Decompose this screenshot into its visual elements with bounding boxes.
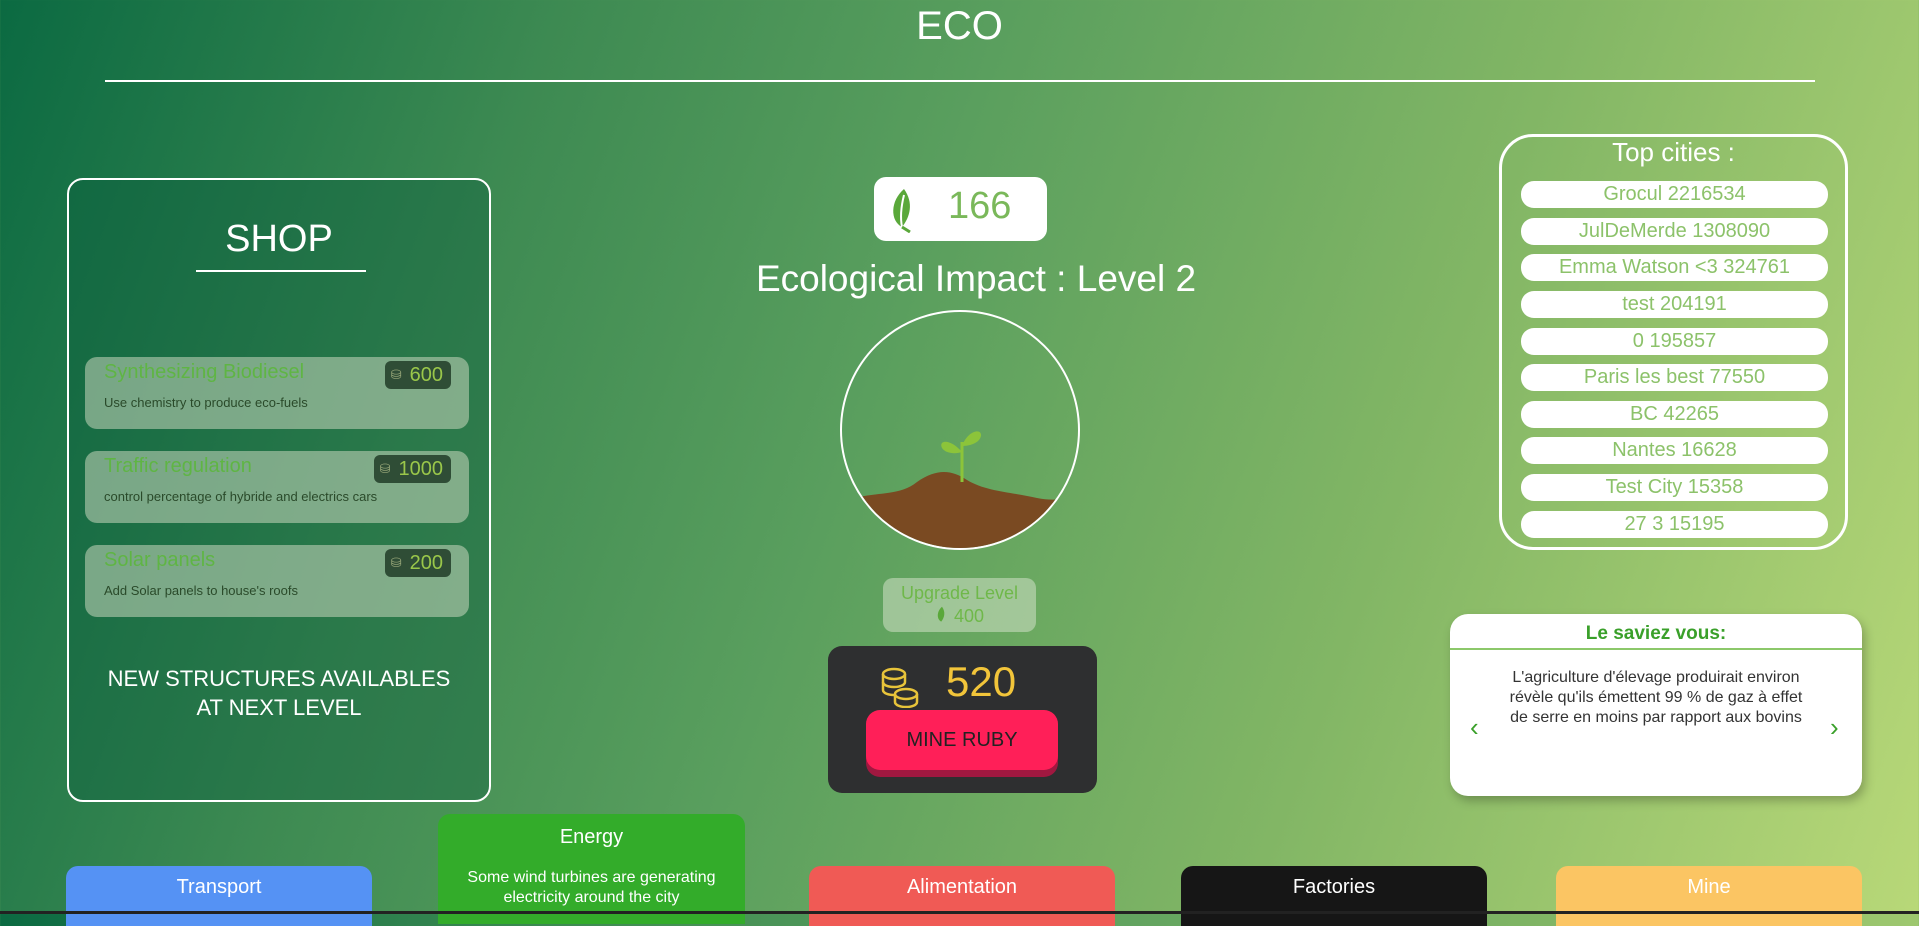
- city-entry: Nantes 16628: [1521, 437, 1828, 464]
- city-entry: Grocul 2216534: [1521, 181, 1828, 208]
- tab-mine[interactable]: Mine: [1556, 866, 1862, 926]
- city-entry: Test City 15358: [1521, 474, 1828, 501]
- city-entry: 0 195857: [1521, 328, 1828, 355]
- plant-globe: [840, 310, 1080, 550]
- leaf-counter: 166: [874, 177, 1047, 241]
- price-value: 600: [409, 363, 443, 386]
- top-cities-panel: Top cities : Grocul 2216534 JulDeMerde 1…: [1499, 134, 1848, 550]
- coins-icon: [881, 667, 919, 708]
- ecological-impact-level: Ecological Impact : Level 2: [755, 258, 1197, 299]
- title-divider: [105, 80, 1815, 82]
- price-value: 1000: [398, 457, 444, 480]
- city-entry: BC 42265: [1521, 401, 1828, 428]
- city-entry: Emma Watson <3 324761: [1521, 254, 1828, 281]
- tab-label: Mine: [1687, 876, 1731, 898]
- upgrade-label: Upgrade Level: [900, 583, 1019, 603]
- top-cities-title: Top cities :: [1612, 137, 1735, 167]
- shop-item-name: Solar panels: [104, 549, 216, 571]
- leaf-icon: [937, 606, 945, 622]
- tab-energy-description: Some wind turbines are generating electr…: [467, 869, 716, 906]
- city-entry: JulDeMerde 1308090: [1521, 218, 1828, 245]
- city-entry: Paris les best 77550: [1521, 364, 1828, 391]
- chevron-left-icon[interactable]: ‹: [1470, 712, 1479, 743]
- shop-title: SHOP: [225, 218, 333, 260]
- mine-ruby-button[interactable]: MINE RUBY: [866, 710, 1058, 770]
- did-you-know-card: Le saviez vous: ‹ L'agriculture d'élevag…: [1450, 614, 1862, 796]
- shop-item-name: Traffic regulation: [104, 455, 252, 477]
- upgrade-cost: 400: [883, 606, 1036, 627]
- tab-label: Energy: [559, 826, 624, 848]
- shop-panel: SHOP Synthesizing Biodiesel Use chemistr…: [67, 178, 491, 802]
- page-title: ECO: [916, 4, 1003, 48]
- tab-transport[interactable]: Transport: [66, 866, 372, 926]
- city-entry: 27 3 15195: [1521, 511, 1828, 538]
- did-you-know-title: Le saviez vous:: [1585, 623, 1727, 644]
- upgrade-cost-value: 400: [953, 606, 985, 626]
- shop-item-description: control percentage of hybride and electr…: [104, 489, 378, 504]
- tab-alimentation[interactable]: Alimentation: [809, 866, 1115, 926]
- upgrade-level-button[interactable]: Upgrade Level 400: [883, 578, 1036, 632]
- coin-count: 520: [946, 658, 1017, 705]
- shop-next-level-note: NEW STRUCTURES AVAILABLES AT NEXT LEVEL: [107, 666, 451, 720]
- money-icon: ⛁: [379, 461, 391, 476]
- did-you-know-divider: [1450, 648, 1862, 650]
- leaf-icon: [893, 189, 911, 233]
- shop-item-price: ⛁ 600: [384, 361, 451, 389]
- tab-energy[interactable]: Energy Some wind turbines are generating…: [438, 814, 745, 924]
- tab-label: Alimentation: [906, 876, 1018, 898]
- sprout-illustration: [842, 431, 1078, 548]
- shop-item-biodiesel[interactable]: Synthesizing Biodiesel Use chemistry to …: [85, 357, 469, 429]
- city-entry: test 204191: [1521, 291, 1828, 318]
- tab-factories[interactable]: Factories: [1181, 866, 1487, 926]
- money-icon: ⛁: [390, 367, 402, 382]
- price-value: 200: [409, 551, 443, 574]
- shop-item-solar[interactable]: Solar panels Add Solar panels to house's…: [85, 545, 469, 617]
- shop-divider: [196, 270, 366, 272]
- shop-item-price: ⛁ 1000: [373, 455, 451, 483]
- chevron-right-icon[interactable]: ›: [1830, 712, 1839, 743]
- shop-item-description: Add Solar panels to house's roofs: [104, 583, 298, 598]
- shop-item-name: Synthesizing Biodiesel: [104, 361, 305, 383]
- shop-item-price: ⛁ 200: [384, 549, 451, 577]
- tab-label: Transport: [176, 876, 262, 898]
- did-you-know-text: L'agriculture d'élevage produirait envir…: [1509, 669, 1803, 726]
- shop-item-description: Use chemistry to produce eco-fuels: [104, 395, 308, 410]
- leaf-count: 166: [948, 185, 1012, 227]
- tab-label: Factories: [1292, 876, 1376, 898]
- money-icon: ⛁: [390, 555, 402, 570]
- mine-panel: 520 MINE RUBY: [828, 646, 1097, 793]
- shop-item-traffic[interactable]: Traffic regulation control percentage of…: [85, 451, 469, 523]
